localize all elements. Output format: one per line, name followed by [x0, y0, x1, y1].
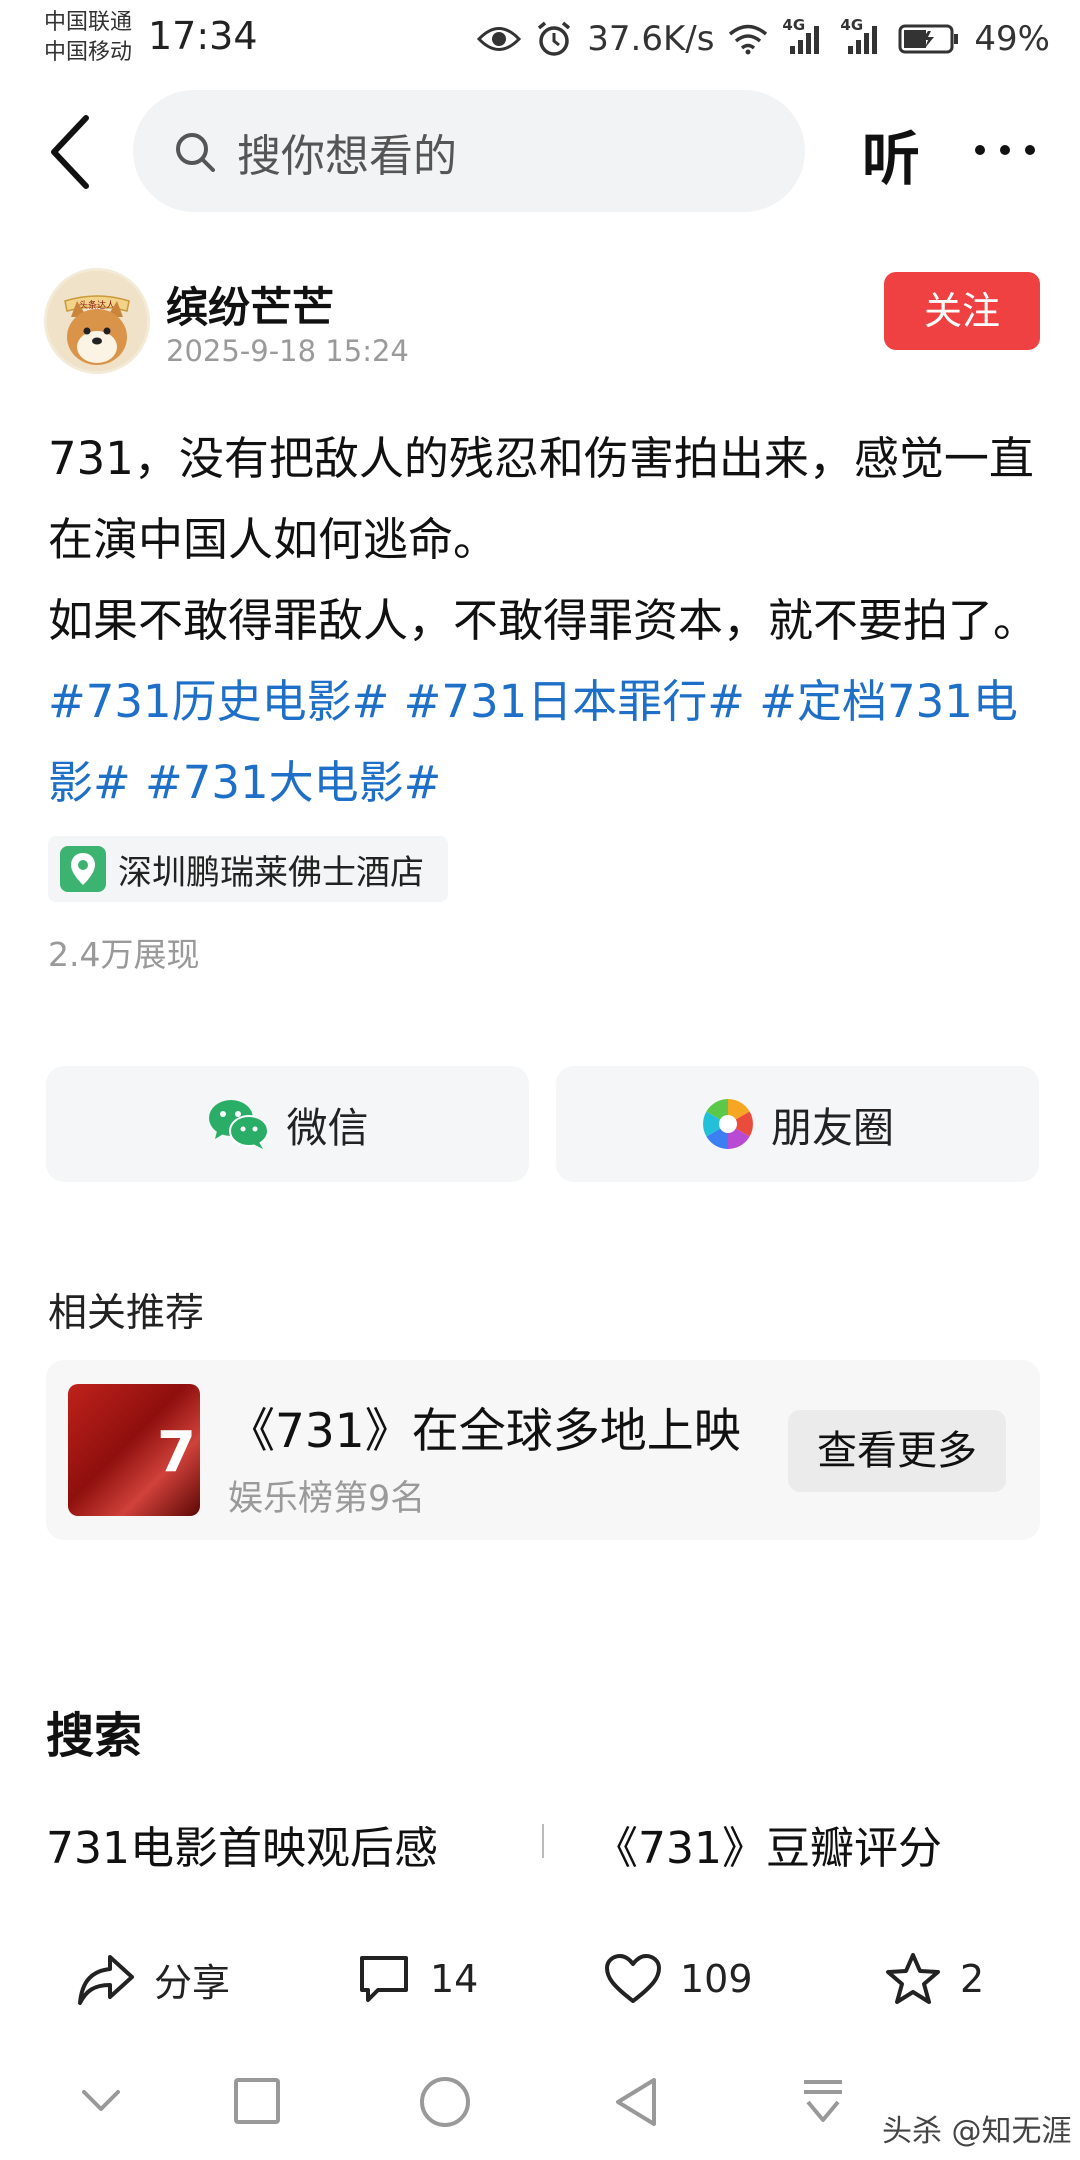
more-button[interactable] — [970, 110, 1040, 190]
moments-aperture-icon — [703, 1099, 753, 1149]
share-wechat-button[interactable]: 微信 — [46, 1066, 529, 1182]
author-name[interactable]: 缤纷芒芒 — [166, 274, 334, 335]
post-text-1: 731，没有把敌人的残忍和伤害拍出来，感觉一直在演中国人如何逃命。 — [48, 432, 1034, 566]
like-count: 109 — [680, 1957, 753, 2001]
author-avatar[interactable]: 头条达人 — [44, 268, 150, 374]
battery-icon — [898, 24, 959, 54]
location-name: 深圳鹏瑞莱佛士酒店 — [118, 852, 424, 893]
hashtag-link[interactable]: #731大电影# — [145, 756, 441, 809]
pull-down-icon[interactable] — [800, 2076, 846, 2130]
moments-label: 朋友圈 — [771, 1104, 894, 1152]
comment-icon — [360, 1956, 408, 2002]
net-speed: 37.6K/s — [587, 19, 715, 59]
comment-count: 14 — [430, 1957, 479, 2001]
post-text-2: 如果不敢得罪敌人，不敢得罪资本，就不要拍了。 — [48, 594, 1039, 647]
signal-2-icon: 4G — [840, 16, 884, 56]
signal-1-icon: 4G — [782, 16, 826, 56]
search-section-title: 搜索 — [46, 1708, 143, 1764]
hashtag-link[interactable]: #731历史电影# — [48, 675, 389, 728]
share-arrow-icon — [78, 1955, 134, 2005]
location-pin-icon — [60, 846, 106, 892]
see-more-button[interactable]: 查看更多 — [788, 1410, 1006, 1492]
carrier-2: 中国移动 — [44, 40, 133, 65]
back-triangle-icon[interactable] — [612, 2076, 660, 2130]
carrier-labels: 中国联通 中国移动 — [44, 8, 132, 68]
status-time: 17:34 — [148, 14, 258, 58]
divider — [542, 1824, 544, 1858]
eye-icon — [477, 27, 522, 51]
post-body: 731，没有把敌人的残忍和伤害拍出来，感觉一直在演中国人如何逃命。 如果不敢得罪… — [48, 418, 1038, 823]
wechat-label: 微信 — [286, 1104, 369, 1152]
view-count: 2.4万展现 — [48, 935, 200, 974]
listen-button[interactable]: 听 — [862, 112, 920, 196]
recents-square-icon[interactable] — [232, 2076, 282, 2126]
thumbnail-text: 7 — [157, 1420, 196, 1485]
watermark: 头杀 @知无涯 — [882, 2114, 1072, 2149]
carrier-1: 中国联通 — [44, 10, 133, 35]
search-suggestion[interactable]: 《731》豆瓣评分 — [594, 1812, 942, 1876]
comment-button[interactable]: 14 — [356, 1944, 478, 2014]
star-icon — [886, 1953, 940, 2004]
search-placeholder: 搜你想看的 — [237, 131, 457, 182]
follow-button[interactable]: 关注 — [884, 272, 1040, 350]
share-moments-button[interactable]: 朋友圈 — [556, 1066, 1039, 1182]
search-icon — [176, 133, 215, 172]
hashtag-link[interactable]: #731日本罪行# — [404, 675, 745, 728]
related-rank: 娱乐榜第9名 — [228, 1479, 426, 1519]
location-tag[interactable]: 深圳鹏瑞莱佛士酒店 — [48, 836, 448, 902]
related-section-title: 相关推荐 — [48, 1291, 205, 1336]
home-circle-icon[interactable] — [418, 2076, 472, 2130]
related-card[interactable]: 7 《731》在全球多地上映 娱乐榜第9名 查看更多 — [46, 1360, 1040, 1540]
more-dots-icon — [975, 145, 1035, 155]
heart-icon — [605, 1954, 661, 2003]
status-icons: 37.6K/s 4G 4G 49% — [477, 14, 1050, 64]
share-action-button[interactable]: 分享 — [76, 1944, 230, 2014]
favorite-count: 2 — [960, 1957, 985, 2001]
back-arrow-icon — [51, 115, 89, 189]
search-bar[interactable]: 搜你想看的 — [133, 90, 805, 212]
shiba-dog-avatar-icon: 头条达人 — [47, 271, 147, 371]
like-button[interactable]: 109 — [604, 1944, 753, 2014]
battery-percent: 49% — [974, 19, 1050, 59]
post-time: 2025-9-18 15:24 — [166, 334, 409, 368]
collapse-chevron-icon[interactable] — [78, 2076, 124, 2126]
back-button[interactable] — [46, 112, 96, 192]
wifi-icon — [729, 24, 768, 55]
related-thumbnail: 7 — [68, 1384, 200, 1516]
search-suggestion[interactable]: 731电影首映观后感 — [46, 1812, 438, 1876]
related-headline[interactable]: 《731》在全球多地上映 — [228, 1392, 741, 1461]
alarm-icon — [538, 21, 571, 56]
favorite-button[interactable]: 2 — [884, 1944, 984, 2014]
share-label: 分享 — [154, 1960, 231, 2005]
wechat-icon — [208, 1100, 269, 1149]
